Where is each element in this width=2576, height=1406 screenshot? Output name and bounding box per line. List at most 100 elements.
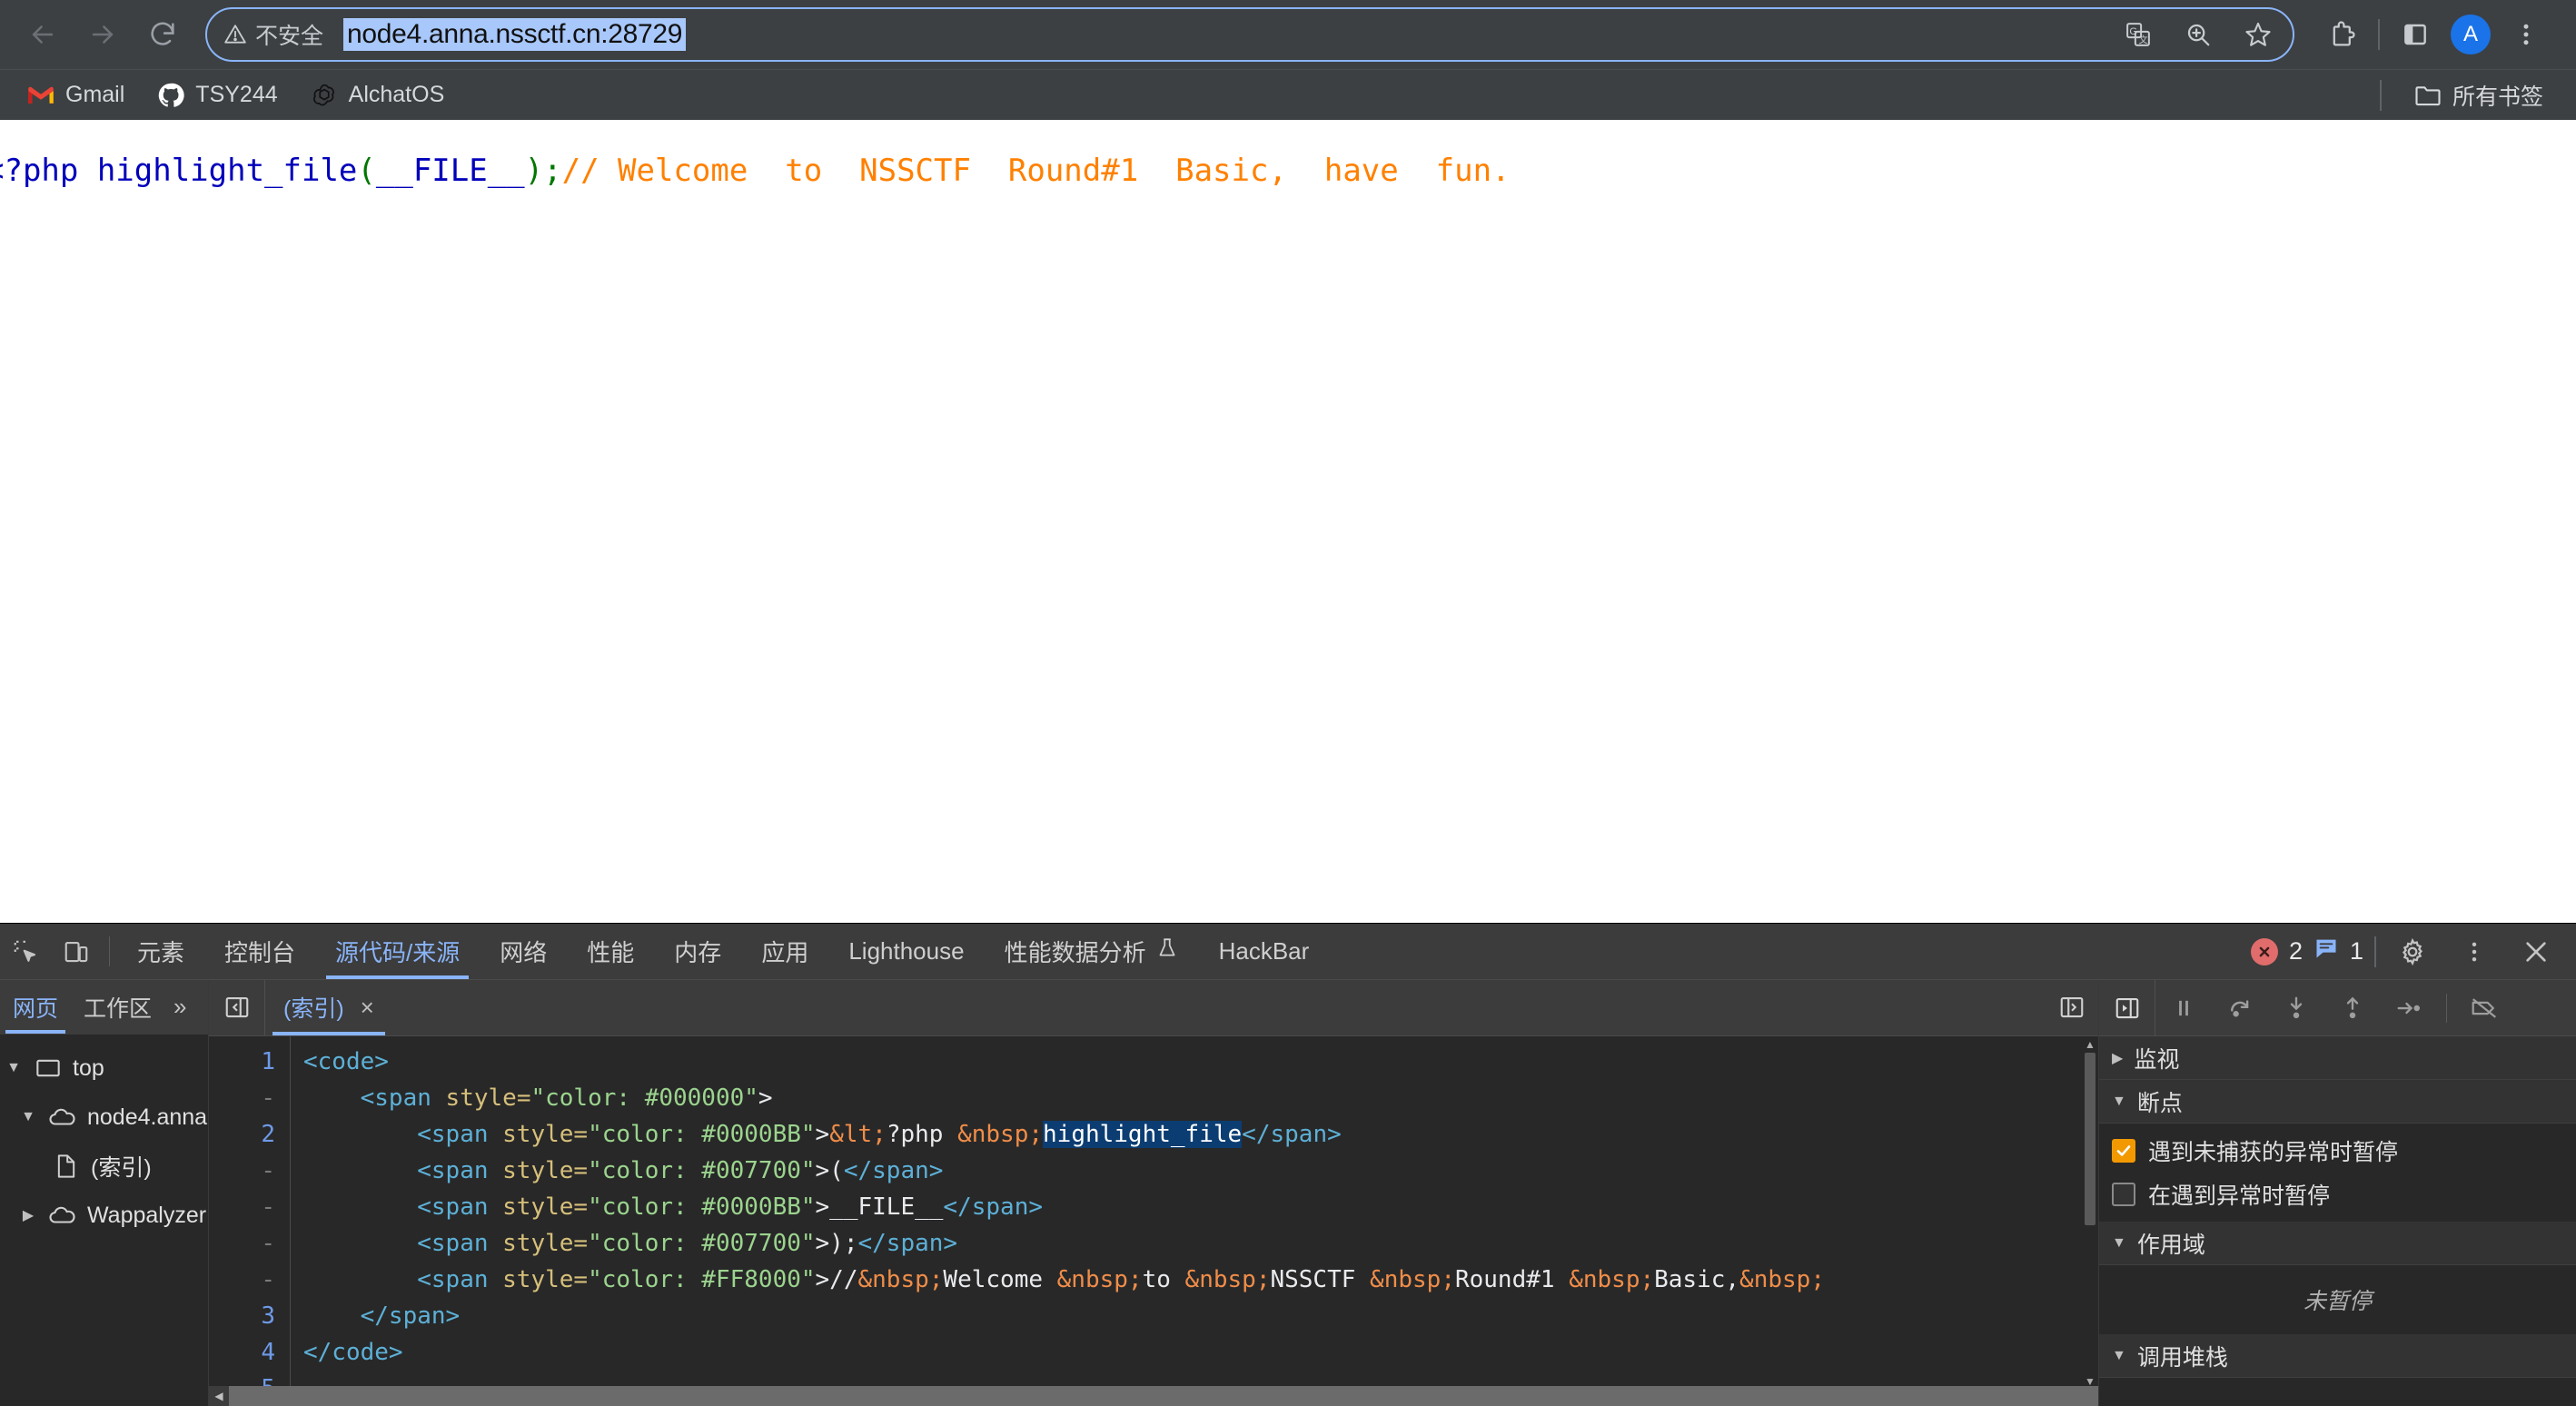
chrome-menu-icon[interactable]: [2505, 14, 2547, 55]
message-count-badge[interactable]: 1: [2313, 936, 2363, 967]
source-editor: (索引) × 1 - 2 - - - - 3 4 <code> <span st…: [209, 980, 2098, 1406]
device-toolbar-icon[interactable]: [51, 924, 102, 979]
section-call-stack[interactable]: ▼ 调用堆栈: [2099, 1334, 2576, 1378]
tree-item-top[interactable]: ▼ top: [0, 1044, 208, 1093]
bookmark-tsy244[interactable]: TSY244: [141, 75, 293, 115]
navigator-tab-label: 工作区: [84, 995, 153, 1022]
avatar[interactable]: A: [2451, 15, 2491, 54]
tab-lighthouse[interactable]: Lighthouse: [828, 924, 984, 979]
twisty-icon[interactable]: ▼: [2112, 1348, 2126, 1364]
code-area[interactable]: 1 - 2 - - - - 3 4 5 <code> <span style="…: [209, 1035, 2098, 1406]
error-count-badge[interactable]: 2: [2250, 937, 2303, 965]
tree-item-label: Wappalyzer - Technolog: [87, 1202, 208, 1228]
tab-application[interactable]: 应用: [741, 924, 828, 979]
all-bookmarks-button[interactable]: 所有书签: [2398, 75, 2560, 115]
bookmark-star-icon[interactable]: [2240, 16, 2276, 53]
twisty-icon[interactable]: ▼: [2112, 1235, 2126, 1252]
code-lines[interactable]: <code> <span style="color: #000000"> <sp…: [291, 1036, 2098, 1406]
code-line: <span style="color: #0000BB">&lt;?php &n…: [303, 1116, 2098, 1153]
php-constant: __FILE__: [375, 153, 525, 189]
tree-item-origin[interactable]: ▼ node4.anna.nssctf.cn:287: [0, 1093, 208, 1142]
step-icon[interactable]: [2381, 980, 2437, 1036]
zoom-icon[interactable]: [2180, 16, 2216, 53]
deactivate-breakpoints-icon[interactable]: [2456, 980, 2512, 1036]
navigator-tab-page[interactable]: 网页: [0, 980, 71, 1034]
scroll-left-arrow[interactable]: ◀: [209, 1386, 229, 1406]
editor-vertical-scrollbar[interactable]: ▲ ▼: [2082, 1035, 2098, 1390]
code-token: &nbsp;: [1739, 1265, 1825, 1293]
code-token: <span: [417, 1156, 503, 1184]
show-navigator-icon[interactable]: [209, 980, 265, 1035]
url-text[interactable]: node4.anna.nssctf.cn:28729: [343, 18, 687, 51]
folder-icon: [2414, 82, 2442, 109]
forward-button[interactable]: [73, 5, 133, 64]
editor-tab-index[interactable]: (索引) ×: [265, 980, 392, 1035]
twisty-icon[interactable]: ▼: [2112, 1094, 2126, 1110]
checkbox-unchecked-icon[interactable]: [2112, 1183, 2135, 1206]
section-scope[interactable]: ▼ 作用域: [2099, 1222, 2576, 1265]
navigator-tabs: 网页 工作区 »: [0, 980, 224, 1035]
extensions-icon[interactable]: [2322, 14, 2363, 55]
pause-on-exceptions-row[interactable]: 在遇到异常时暂停: [2099, 1173, 2576, 1216]
pause-resume-icon[interactable]: [2155, 980, 2212, 1036]
scrollbar-thumb[interactable]: [2085, 1052, 2095, 1225]
tab-performance[interactable]: 性能: [567, 924, 654, 979]
tab-memory[interactable]: 内存: [654, 924, 741, 979]
bookmark-alchatos[interactable]: AlchatOS: [294, 75, 461, 115]
scroll-up-arrow[interactable]: ▲: [2082, 1036, 2098, 1053]
svg-text:G: G: [2129, 26, 2137, 37]
twisty-icon[interactable]: ▼: [4, 1060, 24, 1076]
back-button[interactable]: [13, 5, 73, 64]
line-number: 3: [261, 1302, 275, 1330]
tab-elements[interactable]: 元素: [117, 924, 204, 979]
code-token: >: [758, 1084, 773, 1112]
code-line: <span style="color: #000000">: [303, 1080, 2098, 1116]
tree-item-index[interactable]: (索引): [0, 1142, 208, 1191]
twisty-icon[interactable]: ▶: [18, 1206, 38, 1224]
checkbox-checked-icon[interactable]: [2112, 1139, 2135, 1163]
tab-console[interactable]: 控制台: [204, 924, 315, 979]
line-number: 1: [261, 1047, 275, 1075]
editor-horizontal-scrollbar[interactable]: ◀: [209, 1386, 2098, 1406]
more-vertical-icon[interactable]: [2449, 939, 2500, 965]
reload-button[interactable]: [133, 5, 193, 64]
code-token: <span: [417, 1229, 503, 1257]
inspect-element-icon[interactable]: [0, 924, 51, 979]
security-indicator[interactable]: 不安全: [223, 18, 323, 51]
gear-icon[interactable]: [2387, 937, 2438, 966]
pause-on-uncaught-exceptions-row[interactable]: 遇到未捕获的异常时暂停: [2099, 1129, 2576, 1173]
twisty-icon[interactable]: ▶: [2112, 1049, 2123, 1067]
bookmark-gmail[interactable]: Gmail: [11, 75, 141, 115]
page-viewport: <?php highlight_file(__FILE__);// Welcom…: [0, 120, 2576, 923]
tab-performance-insights[interactable]: 性能数据分析: [985, 924, 1199, 979]
address-bar[interactable]: 不安全 node4.anna.nssctf.cn:28729 G文: [205, 7, 2294, 62]
navigator-overflow-icon[interactable]: »: [164, 980, 195, 1034]
twisty-icon[interactable]: ▼: [18, 1109, 38, 1125]
step-over-icon[interactable]: [2212, 980, 2268, 1036]
cloud-icon: [47, 1205, 78, 1225]
tree-item-wappalyzer[interactable]: ▶ Wappalyzer - Technolog: [0, 1191, 208, 1240]
side-panel-icon[interactable]: [2394, 14, 2436, 55]
code-line: <span style="color: #0000BB">__FILE__</s…: [303, 1189, 2098, 1225]
flask-icon: [1155, 936, 1179, 966]
show-debugger-icon[interactable]: [2046, 980, 2098, 1035]
close-icon[interactable]: ×: [361, 994, 374, 1022]
line-number: 4: [261, 1338, 275, 1366]
show-navigator-panel-icon[interactable]: [2099, 979, 2155, 1036]
navigator-tab-workspace[interactable]: 工作区: [71, 980, 164, 1034]
step-out-icon[interactable]: [2324, 980, 2381, 1036]
bookmarks-divider: [2379, 79, 2382, 111]
step-into-icon[interactable]: [2268, 980, 2324, 1036]
tab-sources[interactable]: 源代码/来源: [315, 924, 480, 979]
close-icon[interactable]: [2511, 937, 2561, 966]
tab-network[interactable]: 网络: [480, 924, 567, 979]
tab-label: 性能: [587, 939, 635, 966]
section-watch[interactable]: ▶ 监视: [2099, 1036, 2576, 1080]
tab-hackbar[interactable]: HackBar: [1199, 924, 1330, 979]
tab-label: 性能数据分析: [1004, 939, 1146, 966]
php-comment: // Welcome to NSSCTF Round#1 Basic, have…: [561, 153, 1511, 189]
code-token: <code>: [303, 1047, 389, 1075]
tab-label: 源代码/来源: [335, 939, 461, 966]
translate-icon[interactable]: G文: [2120, 16, 2156, 53]
section-breakpoints[interactable]: ▼ 断点: [2099, 1080, 2576, 1124]
